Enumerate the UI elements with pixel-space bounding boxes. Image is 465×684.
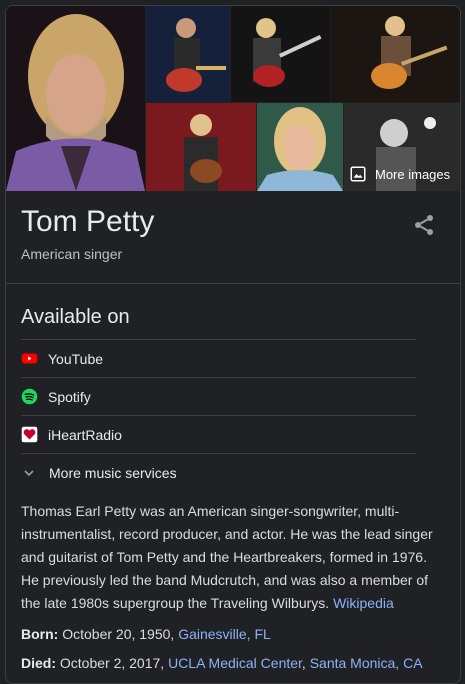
fact-died: Died: October 2, 2017, UCLA Medical Cent… bbox=[21, 655, 423, 671]
fact-died-value: October 2, 2017, bbox=[59, 655, 165, 671]
photo-portrait-young-graphic bbox=[257, 103, 343, 191]
wikipedia-link[interactable]: Wikipedia bbox=[333, 595, 394, 611]
photo-hat-guitar-graphic bbox=[146, 103, 256, 191]
photo-portrait-young[interactable] bbox=[257, 103, 343, 191]
service-iheartradio[interactable]: iHeartRadio bbox=[21, 415, 416, 453]
photo-guitar-red-graphic bbox=[146, 6, 230, 102]
photo-acoustic[interactable] bbox=[331, 6, 460, 102]
share-icon[interactable] bbox=[412, 213, 436, 237]
service-label: YouTube bbox=[48, 350, 104, 367]
service-label: iHeartRadio bbox=[48, 426, 122, 443]
entity-title: Tom Petty bbox=[21, 205, 155, 238]
entity-description: Thomas Earl Petty was an American singer… bbox=[21, 500, 441, 615]
service-label: Spotify bbox=[48, 388, 91, 405]
more-music-services-button[interactable]: More music services bbox=[21, 453, 416, 491]
chevron-down-icon bbox=[24, 469, 34, 476]
photo-main-graphic bbox=[6, 6, 145, 191]
born-place-link[interactable]: Gainesville, FL bbox=[178, 626, 271, 642]
more-music-services-label: More music services bbox=[49, 464, 177, 481]
died-place-link-2[interactable]: Santa Monica, CA bbox=[310, 655, 423, 671]
photo-guitar-stage[interactable] bbox=[231, 6, 330, 102]
photo-guitar-red[interactable] bbox=[146, 6, 230, 102]
knowledge-panel: More images Tom Petty American singer Av… bbox=[5, 5, 461, 684]
service-youtube[interactable]: YouTube bbox=[21, 339, 416, 377]
died-place-link-1[interactable]: UCLA Medical Center bbox=[168, 655, 302, 671]
photo-acoustic-graphic bbox=[331, 6, 460, 102]
fact-born-label: Born: bbox=[21, 626, 59, 642]
panel-header: Tom Petty American singer bbox=[6, 191, 460, 284]
available-on-heading: Available on bbox=[21, 306, 130, 328]
image-icon bbox=[350, 166, 366, 182]
fact-born: Born: October 20, 1950, Gainesville, FL bbox=[21, 626, 271, 642]
died-place-separator: , bbox=[301, 655, 310, 671]
fact-born-value: October 20, 1950, bbox=[62, 626, 175, 642]
photo-main[interactable] bbox=[6, 6, 145, 191]
music-services-list: YouTube Spotify iHeartRadio More music s… bbox=[21, 339, 416, 491]
image-collage: More images bbox=[6, 6, 460, 191]
photo-guitar-stage-graphic bbox=[231, 6, 330, 102]
fact-died-label: Died: bbox=[21, 655, 56, 671]
more-images-label: More images bbox=[375, 166, 451, 182]
spotify-icon bbox=[21, 388, 38, 405]
entity-subtitle: American singer bbox=[21, 246, 123, 262]
more-images-button[interactable]: More images bbox=[343, 157, 460, 191]
youtube-icon bbox=[21, 350, 38, 367]
service-spotify[interactable]: Spotify bbox=[21, 377, 416, 415]
iheartradio-icon bbox=[21, 426, 38, 443]
photo-hat-guitar[interactable] bbox=[146, 103, 256, 191]
